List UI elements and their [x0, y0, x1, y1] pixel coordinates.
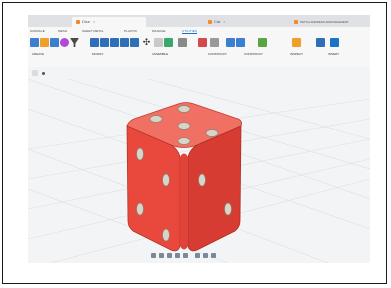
as-built-joint-icon[interactable]	[178, 38, 187, 47]
group-construct-label[interactable]: CONSTRUCT	[208, 52, 227, 56]
decal-icon[interactable]	[330, 38, 339, 47]
viewports-icon[interactable]	[211, 253, 216, 258]
combine-icon[interactable]	[120, 38, 129, 47]
visibility-dot-icon[interactable]	[42, 72, 45, 75]
dice-front-edge	[180, 153, 188, 250]
group-create-label[interactable]: CREATE	[32, 52, 44, 56]
box-icon[interactable]	[40, 38, 49, 47]
measure-icon[interactable]	[258, 38, 267, 47]
joint-origin-icon[interactable]	[164, 38, 173, 47]
new-component-icon[interactable]	[236, 38, 245, 47]
browser-tab-address[interactable]: PETKA ADDRESS ARRANGEMENT	[290, 17, 370, 27]
close-tab-icon[interactable]: ×	[223, 19, 225, 24]
fit-icon[interactable]	[183, 253, 188, 258]
press-pull-icon[interactable]	[100, 38, 109, 47]
toolbar-ribbon: SURFACE MESH SHEET METAL PLASTIC MANAGE …	[28, 27, 370, 68]
move-cross-icon[interactable]: ✣	[142, 38, 151, 47]
browser-tab-dice[interactable]: Dice ×	[72, 17, 146, 27]
ribbon-icon-row: ✣	[30, 38, 368, 52]
interference-icon[interactable]	[292, 38, 301, 47]
plane-icon[interactable]	[198, 38, 207, 47]
group-assemble-label[interactable]: ASSEMBLE	[152, 52, 168, 56]
group-inspect-label[interactable]: INSPECT	[290, 52, 303, 56]
tab-label: Cat	[214, 19, 221, 24]
pan-icon[interactable]	[167, 253, 172, 258]
tab-favicon-icon	[76, 19, 80, 24]
shell-icon[interactable]	[130, 38, 139, 47]
group-insert-label[interactable]: INSERT	[328, 52, 339, 56]
ribbon-tab-surface[interactable]: SURFACE	[30, 29, 45, 33]
cad-app-window: Dice × Cat × PETKA ADDRESS ARRANGEMENT SUR…	[28, 15, 370, 263]
grid-icon[interactable]	[203, 253, 208, 258]
ribbon-tab-manage[interactable]: MANAGE	[152, 29, 166, 33]
ribbon-tab-mesh[interactable]: MESH	[58, 29, 67, 33]
zoom-icon[interactable]	[175, 253, 180, 258]
model-viewport[interactable]	[28, 78, 370, 263]
ribbon-tab-plastic[interactable]: PLASTIC	[124, 29, 137, 33]
dice-model[interactable]	[126, 102, 242, 252]
look-at-icon[interactable]	[159, 253, 164, 258]
browser-panel-icon[interactable]	[32, 70, 38, 76]
sketch-icon[interactable]	[30, 38, 39, 47]
display-icon[interactable]	[195, 253, 200, 258]
ribbon-tab-utilities[interactable]: UTILITIES	[182, 29, 197, 34]
group-construct-2-label[interactable]: CONSTRUCT	[244, 52, 263, 56]
tab-favicon-icon	[294, 20, 298, 25]
joint-icon[interactable]	[154, 38, 163, 47]
ribbon-tab-sheet-metal[interactable]: SHEET METAL	[82, 29, 104, 33]
move-icon[interactable]	[90, 38, 99, 47]
browser-tab-cat[interactable]: Cat ×	[204, 17, 264, 27]
browser-tab-strip: Dice × Cat × PETKA ADDRESS ARRANGEMENT	[28, 15, 370, 27]
component-icon[interactable]	[226, 38, 235, 47]
viewport-nav-bar	[151, 253, 247, 259]
close-tab-icon[interactable]: ×	[93, 19, 95, 24]
tab-label: Dice	[82, 19, 91, 24]
viewport-canvas[interactable]	[28, 78, 370, 263]
insert-icon[interactable]	[316, 38, 325, 47]
extrude-icon[interactable]	[50, 38, 59, 47]
fillet-icon[interactable]	[60, 38, 69, 47]
screenshot-frame: Dice × Cat × PETKA ADDRESS ARRANGEMENT SUR…	[2, 2, 387, 284]
tab-favicon-icon	[208, 19, 212, 24]
split-body-icon[interactable]	[110, 38, 119, 47]
browser-panel-header	[28, 67, 370, 79]
axis-icon[interactable]	[210, 38, 219, 47]
orbit-icon[interactable]	[151, 253, 156, 258]
tab-label: PETKA ADDRESS ARRANGEMENT	[300, 20, 349, 24]
group-modify-label[interactable]: MODIFY	[92, 52, 104, 56]
funnel-icon[interactable]	[70, 38, 79, 47]
